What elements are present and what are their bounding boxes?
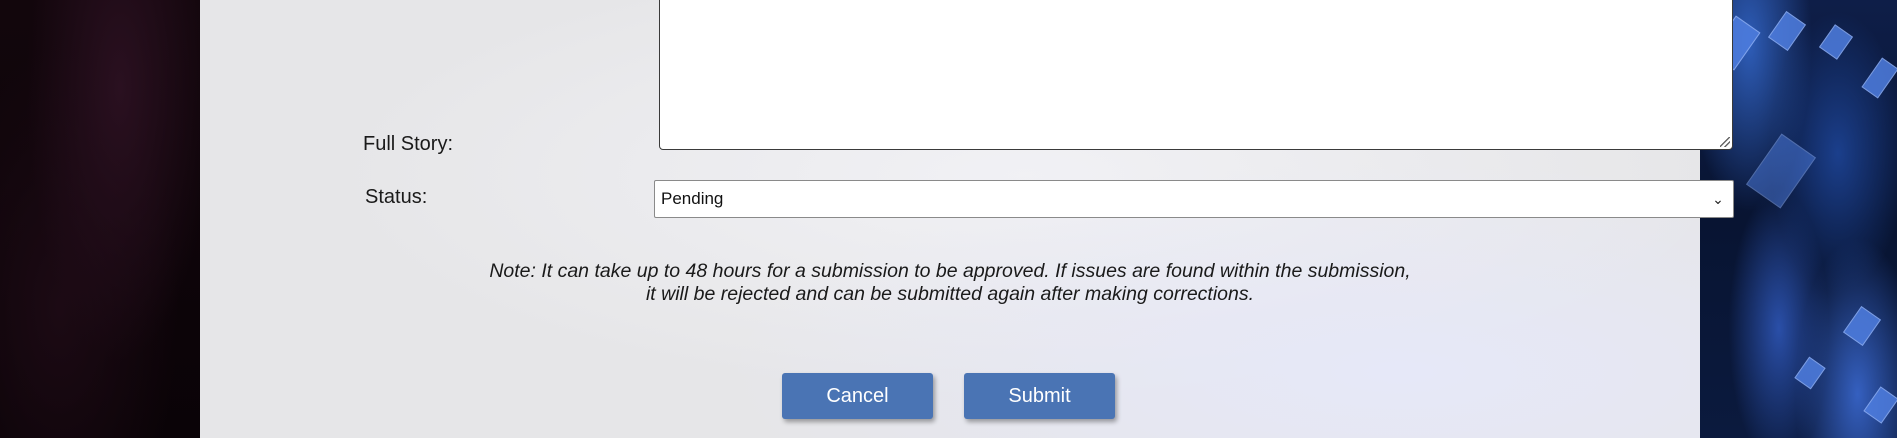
status-selected-value: Pending bbox=[661, 189, 724, 208]
decor-shard bbox=[1861, 57, 1897, 99]
submit-button[interactable]: Submit bbox=[964, 373, 1115, 419]
submission-note: Note: It can take up to 48 hours for a s… bbox=[200, 260, 1700, 306]
cancel-button[interactable]: Cancel bbox=[782, 373, 933, 419]
decor-shard bbox=[1818, 24, 1854, 60]
decor-shard bbox=[1767, 11, 1807, 51]
resize-grip-icon[interactable] bbox=[1720, 137, 1730, 147]
chevron-down-icon[interactable]: ⌄ bbox=[1703, 191, 1733, 208]
decor-shard bbox=[1746, 133, 1816, 209]
form-panel: Full Story: Status: Pending ⌄ bbox=[200, 0, 1734, 438]
full-story-textarea[interactable] bbox=[659, 0, 1733, 150]
status-select[interactable]: Pending ⌄ bbox=[654, 180, 1734, 218]
note-line-1: Note: It can take up to 48 hours for a s… bbox=[489, 260, 1411, 282]
decor-shard bbox=[1794, 356, 1826, 390]
decor-shard bbox=[1842, 306, 1882, 346]
note-line-2: it will be rejected and can be submitted… bbox=[645, 283, 1255, 305]
background-left bbox=[0, 0, 200, 438]
full-story-label: Full Story: bbox=[363, 133, 454, 155]
decor-shard bbox=[1863, 386, 1897, 424]
status-label: Status: bbox=[365, 186, 428, 208]
